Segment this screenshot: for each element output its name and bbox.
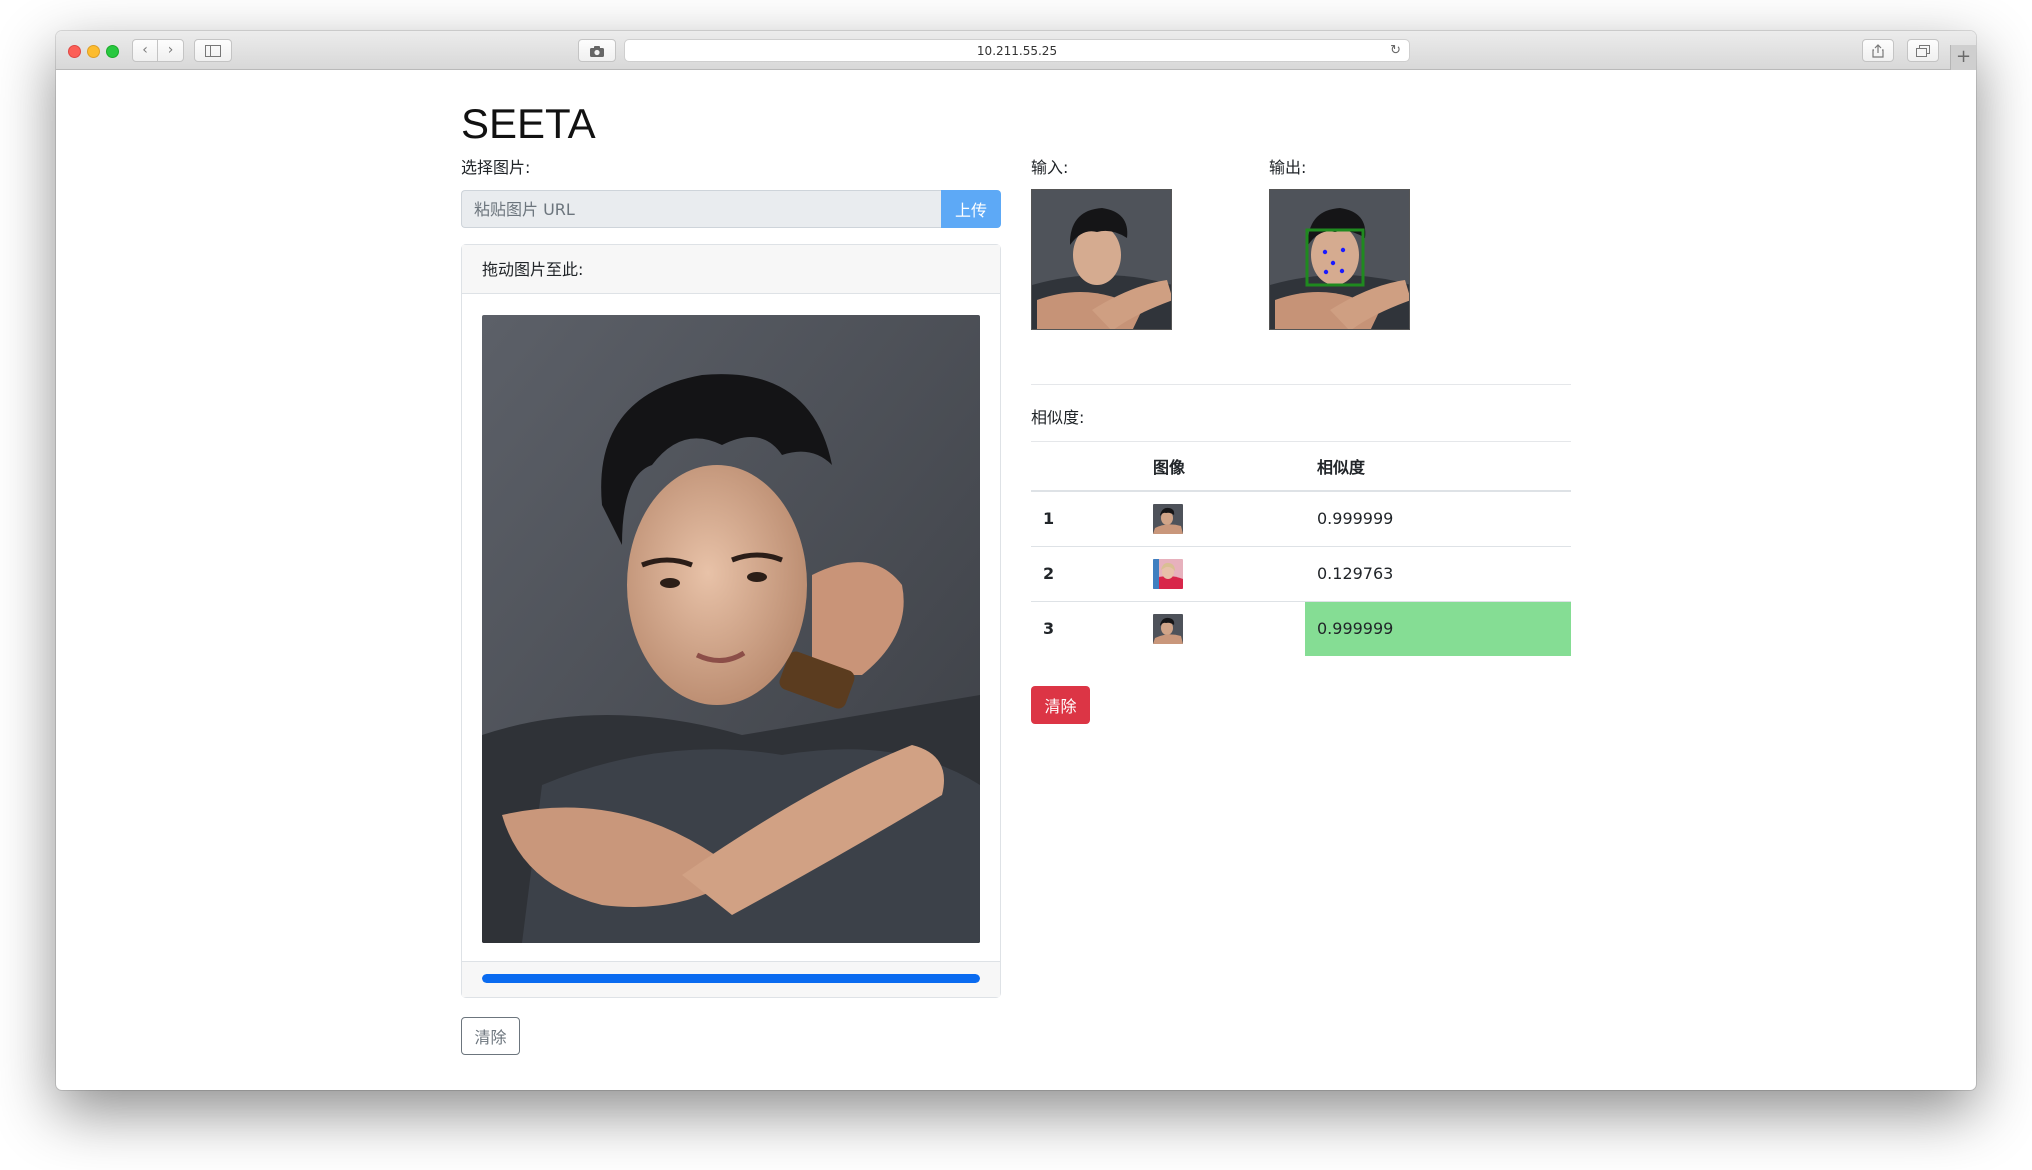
upload-progress xyxy=(482,974,980,983)
address-bar[interactable]: 10.211.55.25 ↻ xyxy=(624,39,1410,62)
row-index: 3 xyxy=(1031,600,1141,656)
sidebar-icon xyxy=(205,44,221,57)
row-index: 2 xyxy=(1031,545,1141,601)
share-button[interactable] xyxy=(1862,39,1894,62)
navigation-buttons: ‹ › xyxy=(132,39,184,62)
chevron-left-icon[interactable]: ‹ xyxy=(133,40,159,61)
table-row: 1 0.999999 xyxy=(1031,490,1571,546)
row-image-cell xyxy=(1141,490,1305,546)
similarity-label: 相似度: xyxy=(1031,408,1085,427)
row-score-highlighted: 0.999999 xyxy=(1305,600,1571,656)
column-header-index xyxy=(1031,442,1141,492)
image-url-input[interactable] xyxy=(461,190,941,228)
share-icon xyxy=(1872,43,1884,58)
upload-progress-bar xyxy=(482,974,980,983)
row-index: 1 xyxy=(1031,490,1141,546)
show-tabs-button[interactable] xyxy=(1907,39,1939,62)
portrait-thumbnail xyxy=(1153,613,1183,644)
drop-zone-footer xyxy=(462,961,1000,997)
upload-button[interactable]: 上传 xyxy=(941,190,1001,228)
camera-icon xyxy=(590,45,604,57)
select-image-label: 选择图片: xyxy=(461,158,531,177)
input-label: 输入: xyxy=(1031,158,1069,177)
table-row: 2 0.129763 xyxy=(1031,545,1571,601)
output-label: 输出: xyxy=(1269,158,1307,177)
uploaded-photo xyxy=(482,315,980,943)
browser-toolbar: ‹ › 10.211.55.25 ↻ + xyxy=(56,31,1976,70)
column-header-similarity: 相似度 xyxy=(1305,442,1571,492)
clear-upload-button[interactable]: 清除 xyxy=(461,1017,520,1055)
sidebar-toggle-button[interactable] xyxy=(194,39,232,62)
table-header-row: 图像 相似度 xyxy=(1031,442,1571,492)
page-content: SEETA 选择图片: 上传 拖动图片至此: xyxy=(56,71,1976,1090)
minimize-window-button[interactable] xyxy=(87,45,100,58)
url-text: 10.211.55.25 xyxy=(976,44,1058,58)
page-title: SEETA xyxy=(461,100,596,147)
clear-results-button[interactable]: 清除 xyxy=(1031,686,1090,724)
divider xyxy=(1031,384,1571,385)
input-image xyxy=(1031,189,1172,330)
screenshot-button[interactable] xyxy=(578,39,616,62)
row-image-cell xyxy=(1141,600,1305,656)
tabs-icon xyxy=(1916,44,1930,57)
chevron-right-icon[interactable]: › xyxy=(158,40,183,61)
new-tab-button[interactable]: + xyxy=(1950,45,1976,70)
close-window-button[interactable] xyxy=(68,45,81,58)
row-image-cell xyxy=(1141,545,1305,601)
zoom-window-button[interactable] xyxy=(106,45,119,58)
url-input-group: 上传 xyxy=(461,190,1001,228)
reload-icon[interactable]: ↻ xyxy=(1390,40,1401,62)
portrait-thumbnail xyxy=(1153,503,1183,534)
similarity-table: 图像 相似度 1 0.999999 2 0.129763 3 0.999999 xyxy=(1031,442,1571,656)
row-score: 0.999999 xyxy=(1305,490,1571,546)
portrait-thumbnail-red xyxy=(1153,558,1183,589)
row-score: 0.129763 xyxy=(1305,545,1571,601)
output-image xyxy=(1269,189,1410,330)
browser-window: ‹ › 10.211.55.25 ↻ + SEETA 选择图片: 上传 拖动图片… xyxy=(56,31,1976,1090)
table-row: 3 0.999999 xyxy=(1031,600,1571,656)
column-header-image: 图像 xyxy=(1141,442,1305,492)
drop-zone-header: 拖动图片至此: xyxy=(462,245,1000,294)
drop-zone-card[interactable]: 拖动图片至此: xyxy=(461,244,1001,998)
